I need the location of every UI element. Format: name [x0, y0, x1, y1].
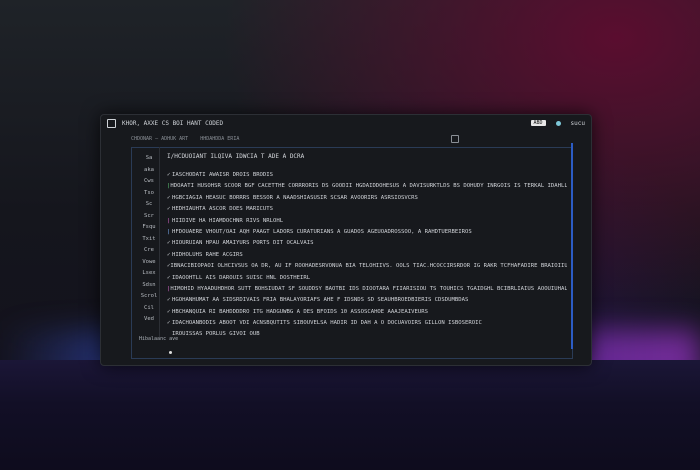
gutter-label: Cws — [144, 178, 154, 184]
editor-window: KHOR, AXXE CS BOI HANT CODED ABD sucu CH… — [100, 114, 592, 366]
code-line[interactable]: ✓ HBCHANQUIA RI BAHDDDDRO ITG HADGUWBG A … — [167, 307, 567, 318]
code-line[interactable]: ✓ HIOURUIAN HPAU AMAIYURS PORTS DIT OCALV… — [167, 238, 567, 249]
code-line[interactable]: ✓ HEDHIAUHTA ASCOR DOES MARICUTS — [167, 204, 567, 215]
code-area[interactable]: ✓ IASCHODATI AWAISR DROIS BRODIS | HDOAATI … — [167, 170, 567, 341]
gutter-label: Scrol — [140, 293, 158, 299]
gutter-label: Scr — [144, 212, 154, 219]
code-line[interactable]: | HDOAATI HUSOHSR SCOOR BGF CACETTHE CORR… — [167, 181, 567, 192]
title-badge[interactable]: ABD — [530, 120, 546, 126]
code-line[interactable]: ✓ IBNACIBIOPAOI OLHCIVSUS OA DR, AU IF RO… — [167, 261, 567, 272]
line-gutter: Sa aka Cws Tso Sc Scr Fsqu Txit Cre Vowe Lsex Sdsn S… — [135, 153, 163, 326]
gutter-label: Sdsn — [142, 281, 156, 288]
gutter-label: Sa — [145, 155, 153, 161]
code-text: IDACHOANBODIS ABOOT VDI ACNSBQUTITS SIBO… — [172, 320, 482, 327]
code-line[interactable]: | HFDOUAERE VHOUT/OAI AQH PAAGT LADORS CU… — [167, 227, 567, 238]
code-text: HIMOHID HYAADUHDHOR SUTT BOHSIUDAT SF SO… — [170, 285, 567, 292]
scrollbar[interactable] — [571, 143, 573, 349]
gutter-label: Lsex — [142, 270, 156, 276]
code-text: HBCHANQUIA RI BAHDDDDRO ITG HADGUWBG A D… — [172, 308, 428, 315]
code-text: HIIDIVE HA HIAMDOCHNR RIVS NRLOHL — [172, 217, 284, 224]
code-text: IDAOOHTLL AIS DAROUIS SUISC HNL DOSTHEIR… — [172, 274, 311, 281]
code-text: HDOAATI HUSOHSR SCOOR BGF CACETTHE CORRR… — [170, 183, 567, 190]
code-line[interactable]: ✓ HGOHANHUMAT AA SIDSRDIVAIS FRIA BHALAYO… — [167, 295, 567, 306]
gutter-label: Txit — [142, 235, 156, 242]
code-line[interactable]: ✓ IASCHODATI AWAISR DROIS BRODIS — [167, 170, 567, 181]
code-text: IASCHODATI AWAISR DROIS BRODIS — [172, 172, 274, 178]
code-text: HGBCIAGIA HEASUC BORRRS BESSOR A NAADSHI… — [172, 194, 418, 201]
gutter-label: Cre — [144, 247, 154, 253]
code-line[interactable]: | HIMOHID HYAADUHDHOR SUTT BOHSIUDAT SF S… — [167, 284, 567, 295]
window-title: KHOR, AXXE CS BOI HANT CODED — [122, 119, 224, 127]
code-line[interactable]: ✓ HGBCIAGIA HEASUC BORRRS BESSOR A NAADSH… — [167, 193, 567, 204]
code-text: HIDHOLUHS RAHE ACGIRS — [172, 251, 243, 258]
code-text: IBNACIBIOPAOI OLHCIVSUS OA DR, AU IF ROO… — [170, 263, 567, 270]
code-line[interactable]: ✓ IDACHOANBODIS ABOOT VDI ACNSBQUTITS SIB… — [167, 318, 567, 329]
app-icon — [107, 118, 116, 128]
code-text: HIOURUIAN HPAU AMAIYURS PORTS DIT OCALVA… — [172, 240, 314, 247]
code-text: HFDOUAERE VHOUT/OAI AQH PAAGT LADORS CUR… — [172, 228, 472, 235]
code-header: I/HCDUOIANT ILQIVA IDWCIA T ADE A DCRA — [167, 153, 305, 160]
code-text: HGOHANHUMAT AA SIDSRDIVAIS FRIA BHALAYOR… — [172, 297, 469, 304]
gutter-label: Vowe — [142, 258, 156, 265]
code-line[interactable]: | HIIDIVE HA HIAMDOCHNR RIVS NRLOHL — [167, 216, 567, 227]
window-control-label[interactable]: sucu — [571, 120, 585, 127]
panel-toggle-icon[interactable] — [451, 135, 460, 143]
gutter-label: Fsqu — [142, 224, 156, 230]
toolbar: CHDONAR — ADHUK ART HHDAHDDA ERIA — [131, 133, 571, 145]
title-bar: KHOR, AXXE CS BOI HANT CODED ABD sucu — [101, 115, 591, 131]
code-line[interactable]: ✓ IDAOOHTLL AIS DAROUIS SUISC HNL DOSTHEI… — [167, 273, 567, 284]
status-text: Hibalaanc ave — [139, 336, 179, 342]
gutter-label: Cil — [144, 304, 154, 311]
gutter-label: Sc — [145, 201, 153, 207]
toolbar-item-1[interactable]: CHDONAR — ADHUK ART — [131, 136, 188, 142]
cursor-dot — [169, 351, 172, 354]
gutter-label: aka — [144, 166, 154, 173]
gutter-label: Tso — [144, 189, 154, 196]
status-bar: Hibalaanc ave — [131, 333, 571, 345]
globe-icon[interactable] — [555, 120, 561, 126]
gutter-label: Ved — [144, 316, 154, 322]
code-line[interactable]: ✓ HIDHOLUHS RAHE ACGIRS — [167, 250, 567, 261]
toolbar-item-2[interactable]: HHDAHDDA ERIA — [200, 136, 239, 142]
background-floor — [0, 360, 700, 470]
code-text: HEDHIAUHTA ASCOR DOES MARICUTS — [172, 206, 274, 213]
